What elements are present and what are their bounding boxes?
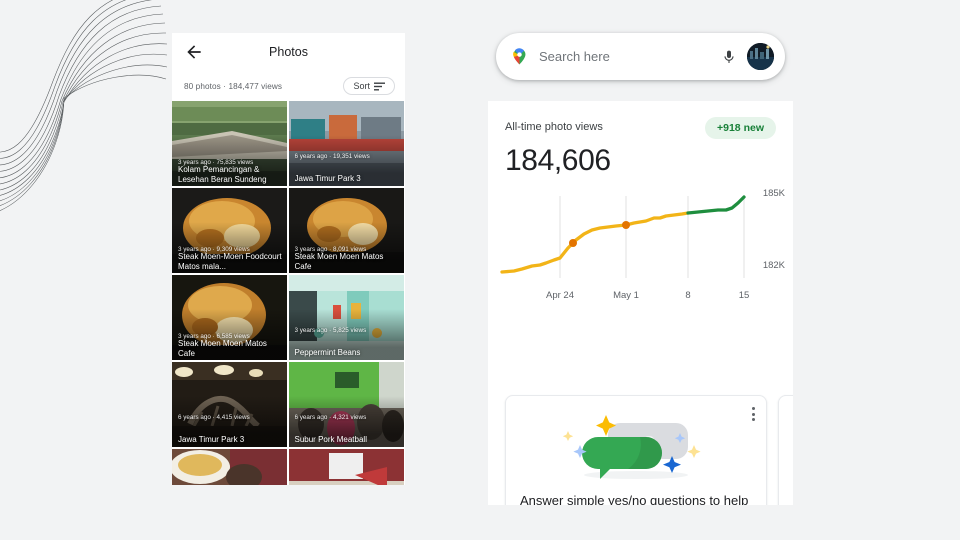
sort-bars-icon <box>374 82 385 90</box>
stats-label: All-time photo views <box>505 121 603 133</box>
photo-tile[interactable]: 3 years ago · 75,835 views Kolam Pemanci… <box>172 101 287 186</box>
photo-tile[interactable]: 3 years ago · 6,585 views Steak Moen Moe… <box>172 275 287 360</box>
decorative-line-art-top-left <box>0 0 168 211</box>
stats-header: All-time photo views +918 new <box>488 117 793 139</box>
chart-marker <box>569 239 577 247</box>
x-axis-label: 8 <box>685 290 691 301</box>
photo-caption: Steak Moen-Moen Foodcourt Matos mala... <box>178 252 282 271</box>
photo-caption: Jawa Timur Park 3 <box>294 173 361 183</box>
stats-sheet: All-time photo views +918 new 184,606 18… <box>488 101 793 505</box>
contribution-card-secondary[interactable]: 5 C Le W <box>778 395 793 505</box>
photo-meta: 6 years ago · 4,321 views <box>294 414 367 421</box>
photo-tile[interactable]: 3 years ago · 8,091 views Steak Moen Moe… <box>288 188 404 273</box>
contribution-card-questions[interactable]: ? Answer simple yes/no questions to help… <box>505 395 767 505</box>
more-vert-icon[interactable] <box>752 407 755 424</box>
search-bar[interactable]: Search here <box>496 33 785 80</box>
total-views-value: 184,606 <box>505 144 611 177</box>
y-axis-label-high: 185K <box>762 188 785 199</box>
photos-screen: Photos 80 photos · 184,477 views Sort 3 … <box>172 33 405 485</box>
photo-caption: Jawa Timur Park 3 <box>178 434 245 444</box>
photo-meta: 6 years ago · 19,351 views <box>294 153 370 160</box>
x-axis-label: 15 <box>738 290 750 301</box>
photos-count-label: 80 photos · 184,477 views <box>184 81 283 91</box>
contribution-cards: ? Answer simple yes/no questions to help… <box>488 395 793 505</box>
photo-thumbnail <box>172 449 287 485</box>
photo-grid: 3 years ago · 75,835 views Kolam Pemanci… <box>172 101 405 485</box>
photo-meta: 6 years ago · 4,415 views <box>178 414 250 421</box>
photo-tile[interactable]: 6 years ago · 4,321 views Subur Pork Mea… <box>288 362 404 447</box>
sort-button[interactable]: Sort <box>343 77 395 95</box>
bottom-background-mask <box>0 505 960 540</box>
x-axis-label: May 1 <box>613 290 639 301</box>
google-maps-pin-icon <box>513 48 526 65</box>
card-title: Answer simple yes/no questions to help o… <box>520 493 749 505</box>
photo-caption: Subur Pork Meatball <box>294 434 367 444</box>
page-title: Photos <box>269 45 308 59</box>
photo-caption: Steak Moen Moen Matos Cafe <box>294 252 384 271</box>
photo-tile[interactable]: 3 years ago · 5,825 views Peppermint Bea… <box>288 275 404 360</box>
views-line-chart <box>500 195 746 278</box>
right-background-mask <box>793 0 960 540</box>
y-axis-label-low: 182K <box>762 260 785 271</box>
x-axis-label: Apr 24 <box>546 290 574 301</box>
photo-caption: Peppermint Beans <box>294 347 361 357</box>
photo-tile[interactable]: 6 years ago · 4,415 views Jawa Timur Par… <box>172 362 287 447</box>
photos-summary-row: 80 photos · 184,477 views Sort <box>172 71 405 101</box>
microphone-icon[interactable] <box>721 49 737 65</box>
photo-tile[interactable]: 3 years ago · 9,309 views Steak Moen-Moe… <box>172 188 287 273</box>
photo-tile[interactable]: 6 years ago · 19,351 views Jawa Timur Pa… <box>288 101 404 186</box>
sort-button-label: Sort <box>353 81 370 91</box>
avatar-image <box>747 43 774 70</box>
photo-tile[interactable] <box>288 449 404 485</box>
search-input[interactable]: Search here <box>539 49 711 64</box>
photo-caption: Kolam Pemancingan & Lesehan Beran Sunden… <box>178 165 267 184</box>
photos-app-bar: Photos <box>172 33 405 71</box>
maps-contributions-screen: Search here All-time photo views +918 ne… <box>488 28 793 505</box>
chart-marker <box>622 221 630 229</box>
photo-caption: Steak Moen Moen Matos Cafe <box>178 339 267 358</box>
photo-thumbnail <box>288 449 404 485</box>
views-chart: 185K 182K Apr 24 May 1 8 15 <box>488 182 793 302</box>
new-views-badge: +918 new <box>705 117 776 139</box>
photo-meta: 3 years ago · 5,825 views <box>294 327 367 334</box>
speech-bubbles-question-icon: ? <box>520 406 752 484</box>
photo-tile[interactable] <box>172 449 287 485</box>
account-avatar[interactable] <box>747 43 774 70</box>
